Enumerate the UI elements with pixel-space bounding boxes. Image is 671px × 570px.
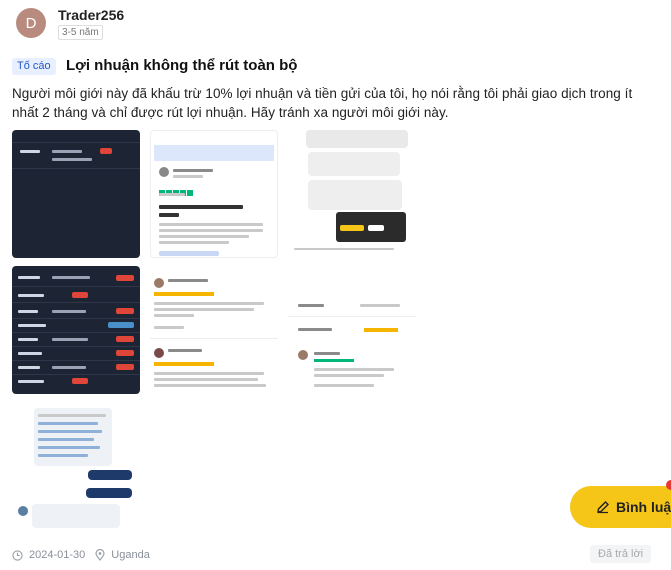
screenshot-image-4[interactable] [150,266,278,394]
avatar-letter: D [25,14,37,32]
comment-button[interactable]: Bình luận [570,486,671,528]
review-title: Lợi nhuận không thể rút toàn bộ [66,57,298,74]
pencil-icon [597,501,609,514]
location-pin-icon [95,549,105,561]
review-location: Uganda [111,549,150,561]
experience-badge: 3-5 năm [58,25,103,40]
review-tag: Tố cáo [12,58,56,75]
screenshot-image-2[interactable] [12,266,140,394]
comment-button-label: Bình luận [616,499,671,515]
screenshot-image-7[interactable] [12,402,140,530]
review-meta: 2024-01-30 Uganda [12,549,150,561]
notification-dot [666,480,671,490]
avatar[interactable]: D [16,8,46,38]
review-body: Người môi giới này đã khấu trừ 10% lợi n… [12,86,633,120]
screenshot-image-3[interactable] [150,130,278,258]
username[interactable]: Trader256 [58,7,124,23]
screenshot-image-5[interactable] [288,130,416,258]
clock-icon [12,549,23,561]
review-date: 2024-01-30 [29,549,86,561]
replied-status: Đã trả lời [590,545,652,563]
screenshot-image-1[interactable] [12,130,140,258]
screenshot-image-6[interactable] [288,266,416,394]
